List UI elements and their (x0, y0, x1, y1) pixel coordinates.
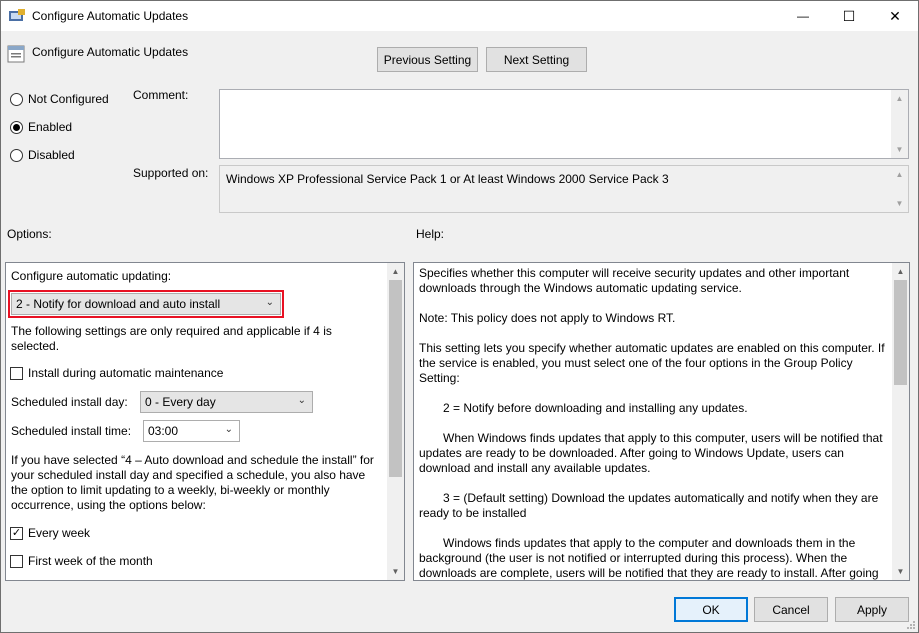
radio-label-enabled: Enabled (28, 120, 73, 134)
title-bar[interactable]: Configure Automatic Updates — ☐ ✕ (1, 1, 918, 31)
help-scrollbar[interactable]: ▲ ▼ (892, 263, 909, 580)
help-scroll-thumb[interactable] (894, 280, 907, 385)
ok-label: OK (702, 602, 720, 617)
first-week-label: First week of the month (28, 554, 153, 568)
configure-updating-label: Configure automatic updating: (11, 269, 172, 283)
help-panel: Specifies whether this computer will rec… (413, 262, 910, 581)
window-title: Configure Automatic Updates (32, 9, 189, 23)
close-button[interactable]: ✕ (872, 1, 918, 31)
supported-scrollbar[interactable]: ▲ ▼ (891, 166, 908, 212)
install-maintenance-checkbox[interactable] (10, 366, 23, 380)
radio-circle[interactable] (10, 92, 23, 106)
every-week-checkbox-row[interactable]: ✓ Every week (10, 526, 90, 540)
minimize-button[interactable]: — (780, 1, 826, 31)
scroll-up-icon[interactable]: ▲ (387, 263, 404, 280)
maximize-button[interactable]: ☐ (826, 1, 872, 31)
every-week-checkbox[interactable]: ✓ (10, 526, 23, 540)
options-scroll-thumb[interactable] (389, 280, 402, 477)
help-paragraph: When Windows finds updates that apply to… (419, 431, 883, 475)
options-label: Options: (7, 227, 52, 241)
every-week-label: Every week (28, 526, 91, 540)
scroll-down-icon[interactable]: ▼ (387, 563, 404, 580)
install-time-value: 03:00 (148, 424, 179, 438)
maximize-icon: ☐ (842, 7, 856, 24)
help-paragraph: 3 = (Default setting) Download the updat… (419, 491, 879, 520)
comment-input[interactable]: ▲ ▼ (219, 89, 909, 159)
dialog-window: Configure Automatic Updates — ☐ ✕ Config… (0, 0, 919, 633)
help-paragraph: This setting lets you specify whether au… (419, 341, 885, 385)
chevron-down-icon: ⌄ (297, 395, 306, 406)
cancel-button[interactable]: Cancel (754, 597, 828, 622)
install-time-dropdown[interactable]: 03:00 ⌄ (143, 420, 240, 442)
comment-label: Comment: (133, 88, 189, 102)
radio-enabled[interactable]: Enabled (10, 120, 72, 134)
first-week-checkbox[interactable] (10, 554, 23, 568)
next-setting-button[interactable]: Next Setting (486, 47, 587, 72)
install-maintenance-label: Install during automatic maintenance (28, 366, 224, 380)
settings-note: The following settings are only required… (11, 324, 332, 353)
scroll-up-icon[interactable]: ▲ (891, 166, 908, 183)
scroll-down-icon[interactable]: ▼ (891, 141, 908, 158)
scroll-up-icon[interactable]: ▲ (891, 90, 908, 107)
setting-icon (7, 45, 25, 63)
next-setting-label: Next Setting (503, 52, 570, 67)
help-label: Help: (416, 227, 445, 241)
supported-on-label: Supported on: (133, 166, 209, 180)
chevron-down-icon: ⌄ (265, 297, 274, 308)
install-day-label: Scheduled install day: (11, 395, 128, 409)
apply-label: Apply (856, 602, 888, 617)
supported-on-value: Windows XP Professional Service Pack 1 o… (226, 172, 669, 186)
install-day-value: 0 - Every day (145, 395, 216, 409)
configure-updating-dropdown[interactable]: 2 - Notify for download and auto install… (8, 290, 284, 318)
ok-button[interactable]: OK (674, 597, 748, 622)
resize-grip-icon[interactable] (906, 620, 916, 630)
previous-setting-button[interactable]: Previous Setting (377, 47, 478, 72)
policy-app-icon (9, 9, 25, 21)
previous-setting-label: Previous Setting (383, 52, 472, 67)
help-paragraph: Note: This policy does not apply to Wind… (419, 311, 676, 325)
help-paragraph: Specifies whether this computer will rec… (419, 266, 850, 295)
radio-label-not-configured: Not Configured (28, 92, 109, 106)
minimize-icon: — (797, 9, 809, 23)
options-scrollbar[interactable]: ▲ ▼ (387, 263, 404, 580)
weekly-note: If you have selected “4 – Auto download … (11, 453, 374, 512)
scroll-down-icon[interactable]: ▼ (891, 195, 908, 212)
close-icon: ✕ (889, 7, 901, 24)
install-day-dropdown[interactable]: 0 - Every day ⌄ (140, 391, 313, 413)
first-week-checkbox-row[interactable]: First week of the month (10, 554, 153, 568)
options-panel: Configure automatic updating: 2 - Notify… (5, 262, 405, 581)
help-text: Specifies whether this computer will rec… (419, 266, 891, 580)
chevron-down-icon: ⌄ (224, 424, 233, 435)
radio-circle[interactable] (10, 148, 23, 162)
cancel-label: Cancel (772, 602, 810, 617)
install-time-label: Scheduled install time: (11, 424, 132, 438)
configure-updating-value: 2 - Notify for download and auto install (16, 297, 221, 311)
scroll-down-icon[interactable]: ▼ (892, 563, 909, 580)
radio-label-disabled: Disabled (28, 148, 75, 162)
help-paragraph: 2 = Notify before downloading and instal… (443, 401, 748, 415)
radio-circle-checked[interactable] (10, 120, 23, 134)
help-paragraph: Windows finds updates that apply to the … (419, 536, 879, 580)
comment-scrollbar[interactable]: ▲ ▼ (891, 90, 908, 158)
apply-button[interactable]: Apply (835, 597, 909, 622)
supported-on-field[interactable]: Windows XP Professional Service Pack 1 o… (219, 165, 909, 213)
scroll-up-icon[interactable]: ▲ (892, 263, 909, 280)
install-maintenance-checkbox-row[interactable]: Install during automatic maintenance (10, 366, 223, 380)
radio-disabled[interactable]: Disabled (10, 148, 75, 162)
setting-title: Configure Automatic Updates (32, 45, 189, 59)
radio-not-configured[interactable]: Not Configured (10, 92, 109, 106)
